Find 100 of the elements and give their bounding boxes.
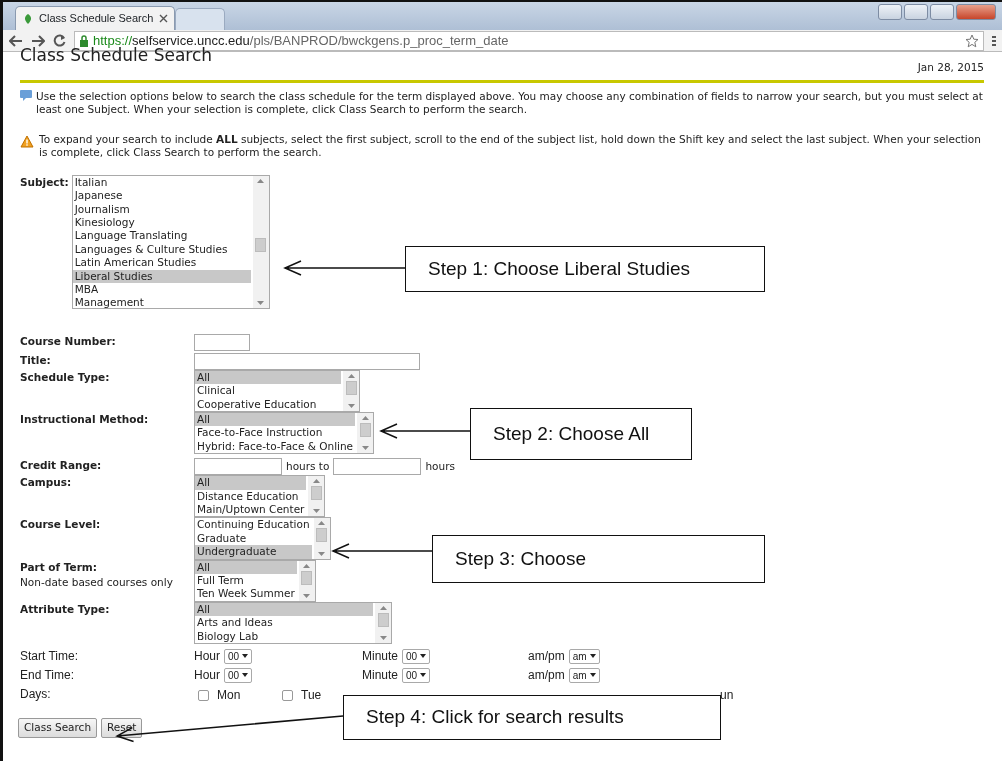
- form-button[interactable]: Reset: [101, 718, 143, 738]
- dropdown[interactable]: 00: [224, 667, 253, 683]
- list-option[interactable]: Journalism: [72, 202, 251, 216]
- list-option[interactable]: Kinesiology: [72, 215, 251, 230]
- star-icon[interactable]: [965, 33, 979, 48]
- scroll-up-icon[interactable]: [361, 415, 369, 420]
- list-option[interactable]: Main/Uptown Center: [195, 503, 307, 517]
- dropdown[interactable]: am: [568, 667, 600, 683]
- dropdown[interactable]: am: [568, 648, 600, 664]
- list-box[interactable]: Italian Japanese Journalism Kinesiology Language Translating Languages & Culture Studies Latin American Studies Liberal Studies MBA Management: [71, 174, 270, 309]
- caret-icon: [420, 673, 427, 678]
- text-field[interactable]: [194, 333, 250, 351]
- scroll-down-icon[interactable]: [361, 446, 369, 451]
- checkbox[interactable]: [198, 689, 209, 701]
- callout-box: Step 3: Choose: [432, 535, 765, 583]
- new-tab-button[interactable]: [175, 8, 225, 30]
- list-option[interactable]: Face-to-Face Instruction: [195, 426, 356, 440]
- scroll-thumb[interactable]: [359, 422, 371, 437]
- scroll-up-icon[interactable]: [257, 178, 265, 183]
- list-option[interactable]: Languages & Culture Studies: [72, 242, 251, 257]
- scroll-up-icon[interactable]: [318, 521, 326, 526]
- list-option[interactable]: All: [195, 560, 297, 575]
- reload-icon[interactable]: [53, 34, 66, 47]
- scroll-thumb[interactable]: [345, 380, 357, 395]
- list-option[interactable]: Arts and Ideas: [195, 616, 373, 630]
- scroll-up-icon[interactable]: [303, 563, 311, 568]
- list-box[interactable]: All Clinical Cooperative Education: [194, 369, 360, 412]
- scroll-down-icon[interactable]: [303, 593, 311, 598]
- list-box[interactable]: All Full Term Ten Week Summer: [194, 559, 316, 602]
- scroll-up-icon[interactable]: [347, 373, 355, 378]
- scroll-down-icon[interactable]: [347, 403, 355, 408]
- list-option[interactable]: Italian: [72, 175, 251, 190]
- scroll-thumb[interactable]: [316, 528, 328, 543]
- list-box[interactable]: All Distance Education Main/Uptown Center: [194, 475, 326, 518]
- list-option[interactable]: Hybrid: Face-to-Face & Online: [195, 439, 356, 454]
- list-box[interactable]: All Arts and Ideas Biology Lab: [194, 601, 392, 645]
- field-label: am/pm: [528, 667, 565, 685]
- list-box[interactable]: Continuing Education Graduate Undergraduate: [194, 517, 331, 560]
- subject-label: Subject:: [20, 174, 69, 190]
- back-icon[interactable]: [9, 34, 23, 47]
- field-label: Attribute Type:: [20, 601, 111, 617]
- form-button[interactable]: Class Search: [18, 718, 98, 738]
- scroll-down-icon[interactable]: [318, 551, 326, 556]
- list-box[interactable]: All Face-to-Face Instruction Hybrid: Face-to-Face & Online: [194, 411, 375, 455]
- scroll-down-icon[interactable]: [379, 636, 387, 641]
- list-option[interactable]: Clinical: [195, 384, 341, 398]
- list-option[interactable]: All: [195, 602, 373, 617]
- profile-button[interactable]: [878, 4, 902, 20]
- dropdown[interactable]: 00: [224, 648, 253, 664]
- list-option[interactable]: Japanese: [72, 189, 251, 203]
- field-label: Hour: [194, 648, 220, 666]
- text-field[interactable]: [194, 352, 420, 370]
- list-option[interactable]: Full Term: [195, 574, 297, 588]
- scroll-thumb[interactable]: [255, 237, 267, 252]
- list-option[interactable]: Liberal Studies: [72, 269, 251, 283]
- list-option[interactable]: Ten Week Summer: [195, 587, 297, 601]
- text-field[interactable]: [194, 458, 282, 476]
- callout-box: Step 4: Click for search results: [343, 695, 721, 740]
- field-label: Days:: [20, 685, 52, 703]
- list-option[interactable]: MBA: [72, 283, 251, 297]
- close-window-button[interactable]: [956, 4, 996, 20]
- scroll-thumb[interactable]: [377, 612, 389, 627]
- field-label: Campus:: [20, 475, 73, 491]
- list-option[interactable]: All: [195, 476, 307, 490]
- list-option[interactable]: All: [195, 412, 356, 427]
- list-option[interactable]: Continuing Education: [195, 518, 312, 532]
- scroll-down-icon[interactable]: [257, 300, 265, 305]
- menu-icon[interactable]: [992, 34, 996, 47]
- browser-tab[interactable]: Class Schedule Search: [15, 6, 175, 30]
- callout-box: Step 1: Choose Liberal Studies: [405, 246, 765, 292]
- list-option[interactable]: Undergraduate: [195, 545, 312, 559]
- close-icon[interactable]: [159, 14, 168, 23]
- caret-icon: [420, 654, 427, 659]
- dropdown[interactable]: 00: [402, 667, 431, 683]
- field-label: End Time:: [20, 666, 76, 684]
- field-label: Part of Term:: [20, 559, 98, 575]
- field-label: Course Level:: [20, 517, 102, 533]
- list-option[interactable]: All: [195, 370, 341, 385]
- list-option[interactable]: Cooperative Education: [195, 397, 341, 411]
- scroll-up-icon[interactable]: [312, 479, 320, 484]
- leaf-icon: [22, 12, 34, 25]
- speech-bubble-icon: [20, 89, 33, 103]
- dropdown[interactable]: 00: [402, 648, 431, 664]
- scroll-down-icon[interactable]: [312, 509, 320, 514]
- text-field[interactable]: [333, 458, 422, 476]
- list-option[interactable]: Distance Education: [195, 489, 307, 503]
- scroll-thumb[interactable]: [310, 486, 322, 501]
- minimize-button[interactable]: [904, 4, 928, 20]
- list-option[interactable]: Language Translating: [72, 229, 251, 243]
- scroll-up-icon[interactable]: [379, 605, 387, 610]
- forward-icon[interactable]: [31, 34, 45, 47]
- maximize-button[interactable]: [930, 4, 954, 20]
- checkbox[interactable]: [282, 689, 293, 701]
- list-option[interactable]: Graduate: [195, 531, 312, 546]
- day-label: Tue: [301, 687, 322, 705]
- list-option[interactable]: Biology Lab: [195, 629, 373, 644]
- list-option[interactable]: Management: [72, 296, 251, 308]
- warning-icon: [20, 134, 34, 148]
- list-option[interactable]: Latin American Studies: [72, 256, 251, 270]
- scroll-thumb[interactable]: [301, 570, 313, 585]
